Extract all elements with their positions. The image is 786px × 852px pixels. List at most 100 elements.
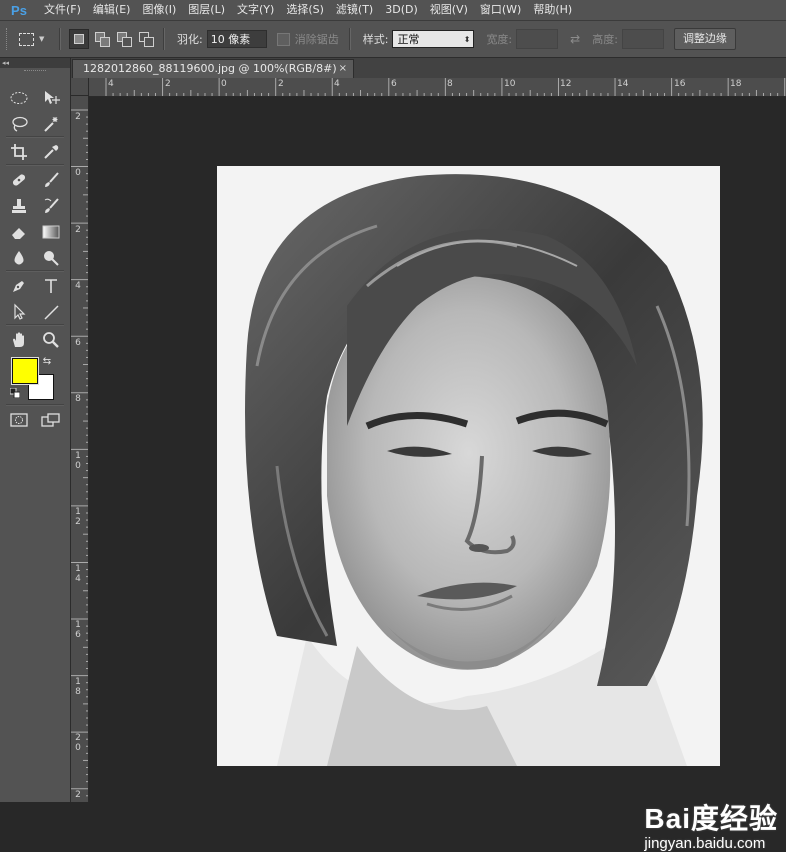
divider xyxy=(6,164,64,166)
ruler-v-label: 4 xyxy=(75,281,81,291)
vertical-ruler[interactable]: 2 0 2 4 6 8 10 12 14 16 18 20 2 xyxy=(71,96,89,802)
blur-tool-icon[interactable] xyxy=(8,248,30,268)
toolbox-collapse-button[interactable]: ◂◂ xyxy=(0,58,70,68)
menu-file[interactable]: 文件(F) xyxy=(38,0,87,20)
menu-type[interactable]: 文字(Y) xyxy=(231,0,280,20)
menu-select[interactable]: 选择(S) xyxy=(280,0,330,20)
healing-brush-tool-icon[interactable] xyxy=(8,170,30,190)
style-label: 样式: xyxy=(362,33,389,46)
dropdown-arrow-icon: ▼ xyxy=(39,35,45,43)
ruler-v-label: 0 xyxy=(75,168,81,178)
ruler-h-label: 0 xyxy=(221,79,227,89)
width-input[interactable] xyxy=(516,29,559,49)
hand-tool-icon[interactable] xyxy=(8,330,30,350)
ruler-v-label: 16 xyxy=(75,620,81,640)
clone-stamp-tool-icon[interactable] xyxy=(8,196,30,216)
ruler-h-label: 14 xyxy=(617,79,629,89)
antialias-label: 消除锯齿 xyxy=(294,33,339,46)
divider xyxy=(6,136,64,138)
divider xyxy=(348,28,351,50)
tool-preset-picker[interactable]: ▼ xyxy=(19,28,53,50)
options-grip[interactable] xyxy=(6,28,11,50)
toolbox-panel: ◂◂ ⇆ xyxy=(0,58,71,802)
ruler-v-label: 10 xyxy=(75,451,81,471)
ruler-h-label: 16 xyxy=(674,79,686,89)
document-tab-title: 1282012860_88119600.jpg @ 100%(RGB/8#) xyxy=(83,62,337,75)
menu-view[interactable]: 视图(V) xyxy=(424,0,474,20)
ruler-h-label: 4 xyxy=(108,79,114,89)
line-tool-icon[interactable] xyxy=(40,302,62,322)
eyedropper-tool-icon[interactable] xyxy=(40,142,62,162)
ruler-h-label: 12 xyxy=(560,79,572,89)
horizontal-ruler[interactable]: 4 2 0 2 4 6 8 10 12 14 16 18 xyxy=(89,78,786,97)
options-bar: ▼ 羽化: 10 像素 消除锯齿 样式: 正常 ⬍ 宽度: ⇄ 高度: 调整边缘 xyxy=(0,20,786,58)
ruler-h-label: 6 xyxy=(391,79,397,89)
style-select[interactable]: 正常 ⬍ xyxy=(392,30,475,48)
default-colors-icon[interactable] xyxy=(8,386,22,400)
menu-edit[interactable]: 编辑(E) xyxy=(87,0,137,20)
swap-dimensions-icon[interactable]: ⇄ xyxy=(570,32,580,46)
ruler-v-label: 6 xyxy=(75,338,81,348)
ruler-h-label: 10 xyxy=(504,79,516,89)
ruler-v-label: 2 xyxy=(75,225,81,235)
ruler-v-label: 8 xyxy=(75,394,81,404)
baidu-watermark: Bai度经验 jingyan.baidu.com xyxy=(644,797,778,852)
menu-filter[interactable]: 滤镜(T) xyxy=(330,0,379,20)
ruler-origin[interactable] xyxy=(71,78,89,96)
watermark-main: Bai度经验 xyxy=(644,803,778,834)
gradient-tool-icon[interactable] xyxy=(40,222,62,242)
pen-tool-icon[interactable] xyxy=(8,276,30,296)
divider xyxy=(6,404,64,406)
portrait-photo[interactable] xyxy=(217,166,720,766)
menu-window[interactable]: 窗口(W) xyxy=(474,0,527,20)
feather-input[interactable]: 10 像素 xyxy=(206,30,267,48)
subtract-selection-button[interactable] xyxy=(115,30,133,48)
new-selection-icon xyxy=(74,34,84,44)
ruler-v-label: 20 xyxy=(75,733,81,753)
ruler-h-label: 2 xyxy=(278,79,284,89)
menu-layer[interactable]: 图层(L) xyxy=(182,0,231,20)
menu-image[interactable]: 图像(I) xyxy=(136,0,182,20)
ruler-v-label: 2 xyxy=(75,112,81,122)
ruler-v-label: 14 xyxy=(75,564,81,584)
photoshop-logo: Ps xyxy=(11,2,27,18)
menu-bar: Ps 文件(F) 编辑(E) 图像(I) 图层(L) 文字(Y) 选择(S) 滤… xyxy=(0,0,786,20)
menu-3d[interactable]: 3D(D) xyxy=(379,0,424,20)
crop-tool-icon[interactable] xyxy=(8,142,30,162)
width-label: 宽度: xyxy=(486,33,513,46)
canvas-area[interactable]: Bai度经验 jingyan.baidu.com xyxy=(89,97,786,852)
history-brush-tool-icon[interactable] xyxy=(40,196,62,216)
feather-label: 羽化: xyxy=(177,33,203,46)
divider xyxy=(6,270,64,272)
zoom-tool-icon[interactable] xyxy=(40,330,62,350)
ruler-v-label: 12 xyxy=(75,507,81,527)
ruler-h-label: 18 xyxy=(730,79,742,89)
intersect-selection-button[interactable] xyxy=(137,30,155,48)
ruler-h-label: 8 xyxy=(447,79,453,89)
refine-edge-button[interactable]: 调整边缘 xyxy=(673,28,736,50)
path-selection-tool-icon[interactable] xyxy=(8,302,30,322)
divider xyxy=(163,28,165,50)
brush-tool-icon[interactable] xyxy=(40,170,62,190)
magic-wand-tool-icon[interactable] xyxy=(40,114,62,134)
toolbox-grip[interactable] xyxy=(24,70,46,77)
add-to-selection-button[interactable] xyxy=(93,30,111,48)
document-tab[interactable]: 1282012860_88119600.jpg @ 100%(RGB/8#) × xyxy=(72,59,354,78)
swap-colors-icon[interactable]: ⇆ xyxy=(40,354,54,368)
height-label: 高度: xyxy=(592,33,618,46)
height-input[interactable] xyxy=(621,29,664,49)
foreground-color-swatch[interactable] xyxy=(12,358,38,384)
close-icon[interactable]: × xyxy=(339,60,347,78)
updown-arrow-icon: ⬍ xyxy=(463,35,471,44)
menu-help[interactable]: 帮助(H) xyxy=(527,0,578,20)
screen-mode-icon[interactable] xyxy=(40,410,62,430)
eraser-tool-icon[interactable] xyxy=(8,222,30,242)
move-tool-icon[interactable] xyxy=(40,88,62,108)
quick-mask-icon[interactable] xyxy=(8,410,30,430)
new-selection-button[interactable] xyxy=(69,29,89,49)
antialias-checkbox[interactable] xyxy=(276,32,290,46)
lasso-tool-icon[interactable] xyxy=(8,114,30,134)
type-tool-icon[interactable] xyxy=(40,276,62,296)
dodge-tool-icon[interactable] xyxy=(40,248,62,268)
marquee-tool-icon[interactable] xyxy=(8,88,30,108)
